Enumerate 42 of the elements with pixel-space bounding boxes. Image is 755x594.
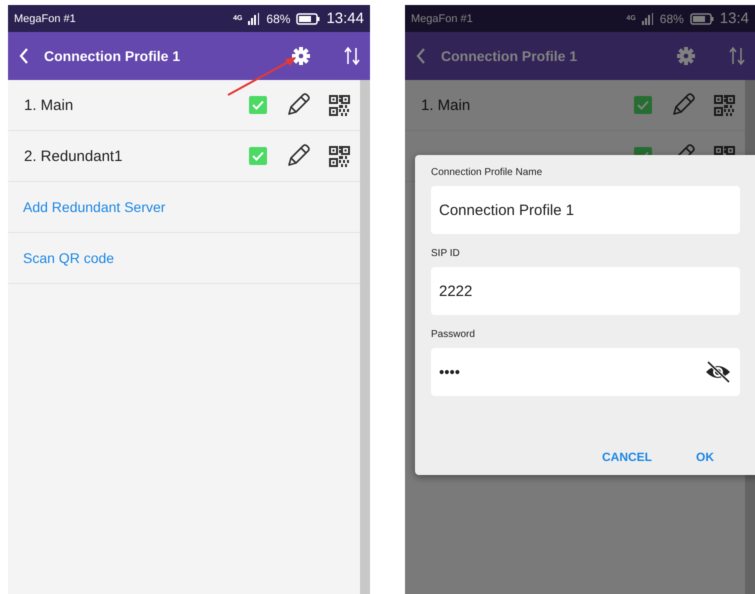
server-name: 1. Main <box>24 96 74 114</box>
battery-percent: 68% <box>660 12 684 26</box>
qr-code-icon[interactable] <box>329 146 350 166</box>
signal-icon <box>248 12 260 24</box>
server-row[interactable]: 1. Main <box>8 80 360 131</box>
server-name: 1. Main <box>421 96 472 114</box>
checkbox[interactable] <box>634 96 652 114</box>
field-label: Password <box>431 329 476 340</box>
pencil-icon[interactable] <box>285 92 311 118</box>
battery-icon <box>296 12 320 24</box>
back-icon[interactable] <box>18 47 30 65</box>
input-field[interactable]: Connection Profile 1 <box>431 186 740 234</box>
qr-code-icon[interactable] <box>329 94 350 116</box>
signal-icon <box>642 12 654 24</box>
input-field[interactable]: 2222 <box>431 267 740 315</box>
settings-icon[interactable] <box>292 47 310 65</box>
checkmark-icon <box>637 100 649 110</box>
carrier-name: MegaFon #1 <box>14 12 77 24</box>
carrier-name: MegaFon #1 <box>411 12 474 24</box>
screen-title: Connection Profile 1 <box>44 48 182 64</box>
clock-time: 13:44 <box>326 10 364 27</box>
eye-off-icon[interactable] <box>704 360 732 384</box>
scrollbar[interactable] <box>360 80 370 594</box>
server-row[interactable]: 1. Main <box>405 80 745 131</box>
sort-icon[interactable] <box>729 47 745 65</box>
clock-time: 13:4 <box>720 10 749 27</box>
screen-title: Connection Profile 1 <box>441 48 578 64</box>
server-row[interactable]: 2. Redundant1 <box>8 131 360 182</box>
settings-icon[interactable] <box>677 47 695 65</box>
battery-icon <box>690 12 714 24</box>
field-label: SIP ID <box>431 248 461 259</box>
pencil-icon[interactable] <box>285 143 311 169</box>
field-label: Connection Profile Name <box>431 167 544 178</box>
input-field[interactable]: •••• <box>431 348 740 396</box>
back-icon[interactable] <box>415 47 427 65</box>
checkmark-icon <box>252 151 264 161</box>
checkbox[interactable] <box>249 96 267 114</box>
checkmark-icon <box>252 100 264 110</box>
checkbox[interactable] <box>249 147 267 165</box>
server-name: 2. Redundant1 <box>24 148 124 164</box>
sort-icon[interactable] <box>344 47 360 65</box>
battery-percent: 68% <box>266 12 290 26</box>
